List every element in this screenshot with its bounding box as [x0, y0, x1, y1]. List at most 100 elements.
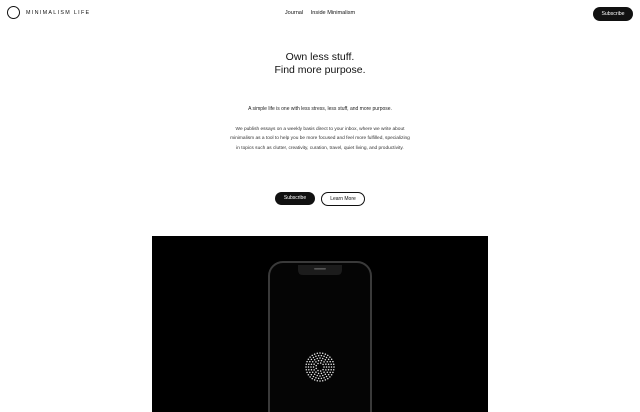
- screen-dot: [313, 369, 315, 371]
- screen-dot: [328, 366, 330, 368]
- screen-dot: [316, 352, 319, 355]
- screen-dot: [325, 369, 327, 371]
- screen-dot: [327, 354, 329, 357]
- screen-dot: [321, 379, 324, 382]
- screen-dot: [311, 377, 313, 380]
- screen-dot: [311, 371, 314, 374]
- screen-dot: [323, 366, 325, 368]
- screen-dot: [327, 358, 330, 361]
- screen-dot: [317, 377, 320, 380]
- screen-dot: [316, 374, 318, 377]
- screen-dot: [327, 369, 330, 371]
- screen-dot: [332, 360, 334, 363]
- screen-dot: [310, 369, 313, 371]
- screen-dot: [326, 360, 329, 363]
- screen-dot: [317, 354, 320, 357]
- screen-dot: [309, 360, 311, 363]
- screen-dot: [317, 359, 320, 362]
- screen-dot: [315, 364, 317, 367]
- screen-dot: [327, 377, 329, 380]
- main-nav: Journal Inside Minimalism: [0, 10, 640, 16]
- screen-dot: [305, 363, 308, 366]
- screen-dot: [313, 379, 316, 381]
- screen-dot: [324, 373, 327, 376]
- screen-dot: [320, 372, 323, 375]
- screen-dot: [307, 358, 310, 360]
- phone-illustration: [268, 261, 372, 412]
- screen-dot: [324, 379, 327, 381]
- learn-more-button[interactable]: Learn More: [321, 192, 365, 206]
- screen-dot: [315, 371, 317, 373]
- screen-dot: [330, 363, 332, 365]
- screen-dot: [312, 356, 315, 359]
- screen-dot: [305, 368, 308, 371]
- nav-link-inside-minimalism[interactable]: Inside Minimalism: [311, 10, 355, 16]
- header-subscribe-button[interactable]: Subscribe: [593, 7, 633, 21]
- screen-dot: [308, 369, 310, 371]
- screen-dot: [332, 368, 335, 371]
- screen-dot: [309, 376, 311, 378]
- screen-dot: [319, 362, 322, 364]
- screen-dot: [320, 359, 323, 362]
- screen-dot: [330, 366, 333, 368]
- screen-dot: [332, 363, 335, 366]
- screen-dot: [325, 356, 328, 359]
- screen-dot: [310, 358, 313, 361]
- screen-dot: [315, 377, 317, 379]
- screen-dot: [322, 363, 324, 366]
- phone-notch: [298, 265, 342, 275]
- screen-dot: [306, 371, 308, 374]
- screen-dot: [329, 356, 331, 358]
- screen-dot: [309, 371, 311, 374]
- screen-dot: [306, 360, 308, 363]
- screen-dot: [319, 380, 321, 382]
- screen-dot: [330, 374, 333, 376]
- screen-dot: [326, 371, 329, 374]
- screen-dot: [310, 373, 313, 376]
- screen-dot: [319, 375, 321, 377]
- nav-link-journal[interactable]: Journal: [285, 10, 303, 16]
- screen-dot: [312, 366, 315, 368]
- phone-showcase-image: [152, 236, 488, 412]
- screen-dot: [313, 363, 315, 365]
- screen-dot: [323, 355, 325, 357]
- screen-dot: [316, 379, 319, 382]
- screen-dot: [309, 356, 311, 358]
- screen-dot: [313, 373, 316, 376]
- screen-dot: [315, 355, 317, 357]
- screen-dot: [324, 353, 327, 355]
- screen-dot: [312, 375, 315, 378]
- screen-dot: [307, 374, 310, 376]
- screen-dot: [315, 367, 317, 370]
- screen-dot: [324, 358, 327, 361]
- screen-dot: [313, 358, 316, 361]
- screen-dot: [321, 352, 324, 355]
- screen-dot: [319, 352, 321, 354]
- screen-dot: [322, 368, 324, 371]
- subscribe-button[interactable]: Subscribe: [275, 192, 315, 205]
- screen-dot: [327, 373, 330, 376]
- cta-group: Subscribe Learn More: [0, 192, 640, 206]
- screen-dot: [311, 354, 313, 357]
- screen-dot: [332, 371, 334, 374]
- screen-dot: [317, 372, 320, 375]
- screen-dot: [329, 371, 331, 374]
- screen-dot: [325, 375, 328, 378]
- screen-dot: [305, 366, 307, 368]
- screen-dot: [315, 361, 317, 363]
- screen-dot: [323, 361, 325, 363]
- screen-dot: [329, 376, 331, 378]
- phone-speaker: [314, 268, 326, 270]
- hero-title: Own less stuff. Find more purpose.: [0, 51, 640, 77]
- screen-dot: [329, 360, 331, 363]
- screen-dot: [310, 366, 312, 368]
- screen-dot: [327, 363, 330, 365]
- screen-dot: [319, 370, 322, 372]
- screen-dot: [325, 366, 328, 368]
- screen-dot: [330, 369, 332, 371]
- screen-dot: [322, 357, 324, 360]
- hero-tagline: A simple life is one with less stress, l…: [248, 106, 392, 112]
- hero-title-line-1: Own less stuff.: [285, 51, 355, 63]
- screen-dot: [308, 363, 310, 365]
- screen-dot: [323, 377, 325, 379]
